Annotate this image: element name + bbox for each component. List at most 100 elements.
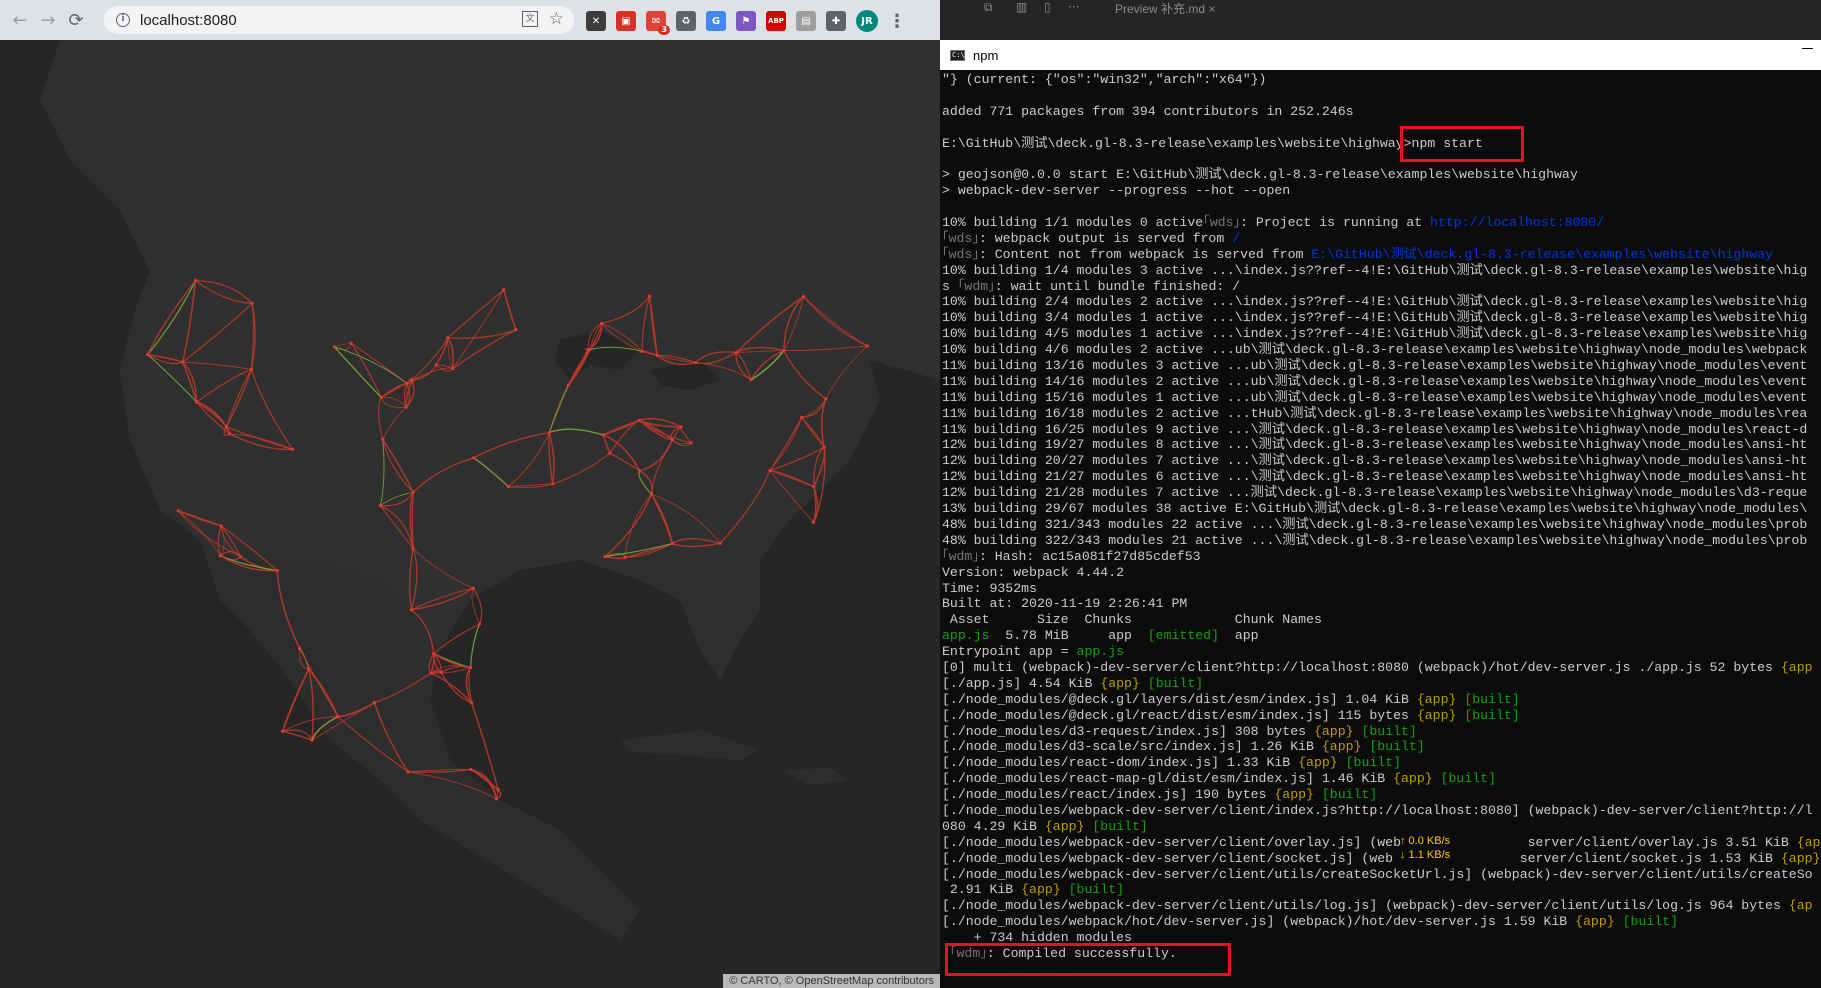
browser-menu-icon[interactable]: ⋮ — [888, 11, 906, 32]
terminal-line: [./node_modules/webpack-dev-server/clien… — [942, 898, 1821, 914]
city-node — [718, 541, 722, 545]
terminal-text: 10% building 4/6 modules 2 active ...ub\… — [942, 342, 1808, 358]
terminal-output[interactable]: "} (current: {"os":"win32","arch":"x64"}… — [942, 72, 1821, 962]
gray-ext-icon[interactable]: ▤ — [796, 11, 816, 31]
terminal-text: [built] — [1361, 723, 1417, 739]
terminal-text: Version: webpack 4.44.2 — [942, 564, 1125, 580]
mail-ext-icon[interactable]: ✉ 3 — [646, 11, 670, 35]
bookmark-star-icon[interactable]: ☆ — [549, 9, 564, 29]
layout-icon[interactable]: ▥ — [1016, 0, 1027, 14]
split-editor-icon[interactable]: ⧉ — [984, 0, 993, 15]
info-icon[interactable]: i — [116, 13, 130, 27]
flag-ext-glyph: ⚑ — [741, 15, 751, 27]
terminal-text: 080 4.29 KiB — [942, 818, 1045, 834]
terminal-text: [built] — [1068, 882, 1125, 898]
city-node — [679, 425, 683, 429]
address-bar[interactable]: i localhost:8080 文 ☆ — [104, 6, 574, 34]
terminal-line: 10% building 4/6 modules 2 active ...ub\… — [942, 342, 1821, 358]
city-node — [298, 647, 302, 651]
abp-ext-glyph: ABP — [768, 17, 784, 25]
terminal-line: 11% building 13/16 modules 3 active ...u… — [942, 358, 1821, 374]
city-node — [655, 353, 659, 357]
city-node — [228, 432, 232, 436]
recycle-ext-icon[interactable]: ♻ — [676, 11, 696, 31]
terminal-text: [built] — [1147, 675, 1204, 691]
terminal-text: [./node_modules/webpack-dev-server/clien… — [942, 866, 1813, 882]
terminal-line: 12% building 21/28 modules 7 active ...测… — [942, 485, 1821, 501]
map-canvas[interactable]: © CARTO, © OpenStreetMap contributors — [0, 40, 940, 988]
terminal-text: 10% building 3/4 modules 1 active ...\in… — [942, 310, 1808, 326]
terminal-text: {app} — [1298, 755, 1338, 771]
url-text[interactable]: localhost:8080 — [140, 12, 237, 29]
terminal-text: {app} — [1021, 882, 1061, 898]
translate-icon[interactable]: 文 — [522, 11, 538, 27]
minimize-icon[interactable] — [1802, 48, 1813, 49]
panel-icon[interactable]: ▯ — [1044, 0, 1051, 14]
terminal-line: 12% building 20/27 modules 7 active ...\… — [942, 453, 1821, 469]
terminal-text: 10% building 4/5 modules 1 active ...\in… — [942, 326, 1808, 342]
city-node — [608, 451, 612, 455]
puzzle-ext-icon[interactable]: ✚ — [826, 11, 846, 31]
terminal-text: Asset Size Chunks Chunk Names — [942, 612, 1322, 628]
terminal-text: {app} — [1416, 691, 1457, 707]
terminal-text: [built] — [1464, 707, 1520, 723]
city-node — [800, 415, 804, 419]
city-node — [404, 405, 408, 409]
cmd-icon: C:\ — [950, 49, 965, 61]
recycle-ext-glyph: ♻ — [681, 15, 691, 27]
city-node — [406, 770, 410, 774]
city-node — [547, 431, 551, 435]
terminal-line: Built at: 2020-11-19 2:26:41 PM — [942, 596, 1821, 612]
terminal-text: [./node_modules/webpack-dev-server/clien… — [942, 834, 1401, 850]
terminal-title: npm — [973, 47, 999, 63]
x-ext-icon[interactable]: ✕ — [586, 11, 606, 31]
city-node — [640, 349, 644, 353]
city-node — [290, 447, 295, 451]
terminal-text: Time: 9352ms — [942, 580, 1037, 596]
terminal-text: 10% building 1/1 modules 0 active — [942, 215, 1204, 231]
red-ext-icon[interactable]: ▣ — [616, 11, 636, 31]
terminal-line: 11% building 16/18 modules 2 active ...t… — [942, 406, 1821, 422]
forward-button[interactable]: → — [34, 6, 62, 34]
terminal-line: 10% building 1/1 modules 0 active｢wds｣: … — [942, 215, 1821, 231]
flag-ext-icon[interactable]: ⚑ — [736, 11, 756, 31]
terminal-line: Version: webpack 4.44.2 — [942, 565, 1821, 581]
highway-map[interactable] — [0, 40, 940, 988]
city-node — [470, 701, 474, 705]
tab-preview[interactable]: Preview 补充.md × — [1115, 0, 1215, 16]
city-node — [434, 363, 438, 367]
city-node — [768, 468, 772, 473]
terminal-text: : Content not from webpack is served fro… — [978, 246, 1312, 262]
city-node — [824, 397, 828, 401]
translate-ext-icon[interactable]: G — [706, 11, 726, 31]
terminal-text: 12% building 20/27 modules 7 active ...\… — [942, 453, 1808, 469]
terminal-text: E:\GitHub\测试\deck.gl-8.3-release\example… — [1311, 246, 1773, 262]
back-button[interactable]: ← — [6, 6, 34, 34]
city-node — [566, 383, 571, 387]
close-tab-icon[interactable]: × — [1208, 2, 1215, 16]
more-actions-icon[interactable]: ··· — [1068, 0, 1079, 14]
city-node — [601, 433, 605, 437]
terminal-line: 48% building 322/343 modules 21 active .… — [942, 533, 1821, 549]
terminal-line: 11% building 14/16 modules 2 active ...u… — [942, 374, 1821, 390]
city-node — [694, 361, 698, 365]
terminal-text: http://localhost:8080/ — [1430, 215, 1605, 231]
reload-button[interactable]: ⟳ — [62, 6, 90, 34]
city-node — [551, 482, 555, 486]
abp-ext-icon[interactable]: ABP — [766, 11, 786, 31]
terminal-text: {app} — [1393, 771, 1433, 787]
city-node — [865, 344, 869, 348]
terminal-line: > webpack-dev-server --progress --hot --… — [942, 183, 1821, 199]
city-node — [181, 360, 185, 364]
city-node — [670, 438, 675, 442]
terminal-text: ｢wds｣ — [942, 230, 979, 246]
city-node — [471, 586, 475, 590]
terminal-text: {app} — [1321, 739, 1362, 755]
city-node — [218, 554, 223, 558]
terminal-line: Entrypoint app = app.js — [942, 644, 1821, 660]
profile-avatar[interactable]: JR — [856, 10, 878, 32]
city-node — [249, 367, 253, 371]
city-node — [332, 345, 336, 349]
